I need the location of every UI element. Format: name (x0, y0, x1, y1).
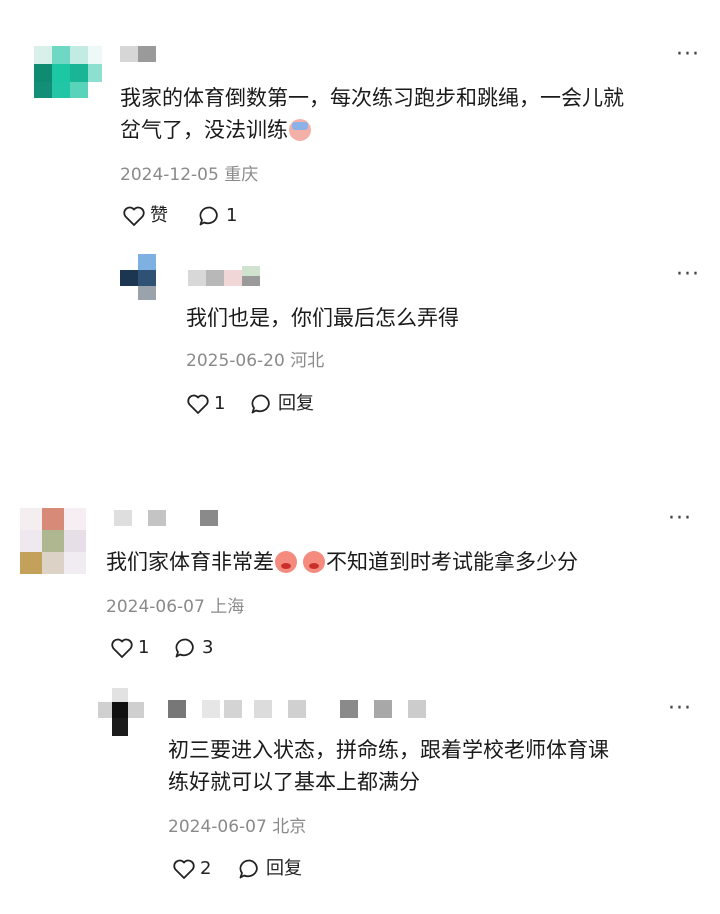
avatar[interactable] (120, 254, 156, 302)
avatar[interactable] (34, 46, 104, 98)
reply-meta: 2025-06-20 河北 (186, 350, 324, 372)
comment-date: 2024-12-05 (120, 165, 219, 185)
reply-button[interactable]: 1 (198, 205, 237, 227)
avatar[interactable] (98, 688, 148, 738)
more-options-icon[interactable]: ··· (676, 264, 700, 286)
more-options-icon[interactable]: ··· (676, 44, 700, 66)
heart-icon (187, 394, 209, 414)
comment-meta: 2024-06-07 上海 (106, 596, 244, 618)
comment-bubble-icon (175, 638, 194, 658)
reply-location: 北京 (272, 817, 307, 837)
like-button[interactable]: 赞 (122, 205, 168, 227)
comment-bubble-icon (199, 206, 218, 226)
like-button[interactable]: 1 (186, 393, 225, 415)
username-redacted[interactable] (168, 700, 448, 718)
comment-location: 重庆 (224, 165, 259, 185)
username-redacted[interactable] (120, 46, 156, 62)
angry-emoji-icon (303, 551, 325, 573)
avatar[interactable] (20, 508, 86, 574)
angry-emoji-icon (275, 551, 297, 573)
like-button[interactable]: 2 (172, 858, 211, 880)
comment-bubble-icon (251, 394, 270, 414)
username-redacted[interactable] (114, 510, 218, 526)
heart-icon (173, 859, 195, 879)
reply-date: 2025-06-20 (186, 351, 285, 371)
reply-text: 初三要进入状态，拼命练，跟着学校老师体育课 练好就可以了基本上都满分 (168, 738, 609, 794)
reply-text: 我们也是，你们最后怎么弄得 (186, 306, 459, 330)
username-redacted[interactable] (188, 266, 260, 286)
reply-button[interactable]: 回复 (238, 858, 302, 880)
comment-bubble-icon (239, 859, 258, 879)
more-options-icon[interactable]: ··· (668, 508, 692, 530)
reply-location: 河北 (290, 351, 325, 371)
comment-meta: 2024-12-05 重庆 (120, 164, 258, 186)
comment-text: 我们家体育非常差 不知道到时考试能拿多少分 (106, 550, 578, 574)
crying-emoji-icon (289, 119, 311, 141)
more-options-icon[interactable]: ··· (668, 698, 692, 720)
reply-date: 2024-06-07 (168, 817, 267, 837)
comment-text: 我家的体育倒数第一，每次练习跑步和跳绳，一会儿就 岔气了，没法训练 (120, 86, 624, 142)
heart-icon (123, 206, 145, 226)
heart-icon (111, 638, 133, 658)
like-button[interactable]: 1 (110, 637, 149, 659)
comment-location: 上海 (210, 597, 245, 617)
reply-meta: 2024-06-07 北京 (168, 816, 306, 838)
comment-date: 2024-06-07 (106, 597, 205, 617)
reply-button[interactable]: 3 (174, 637, 213, 659)
reply-button[interactable]: 回复 (250, 393, 314, 415)
